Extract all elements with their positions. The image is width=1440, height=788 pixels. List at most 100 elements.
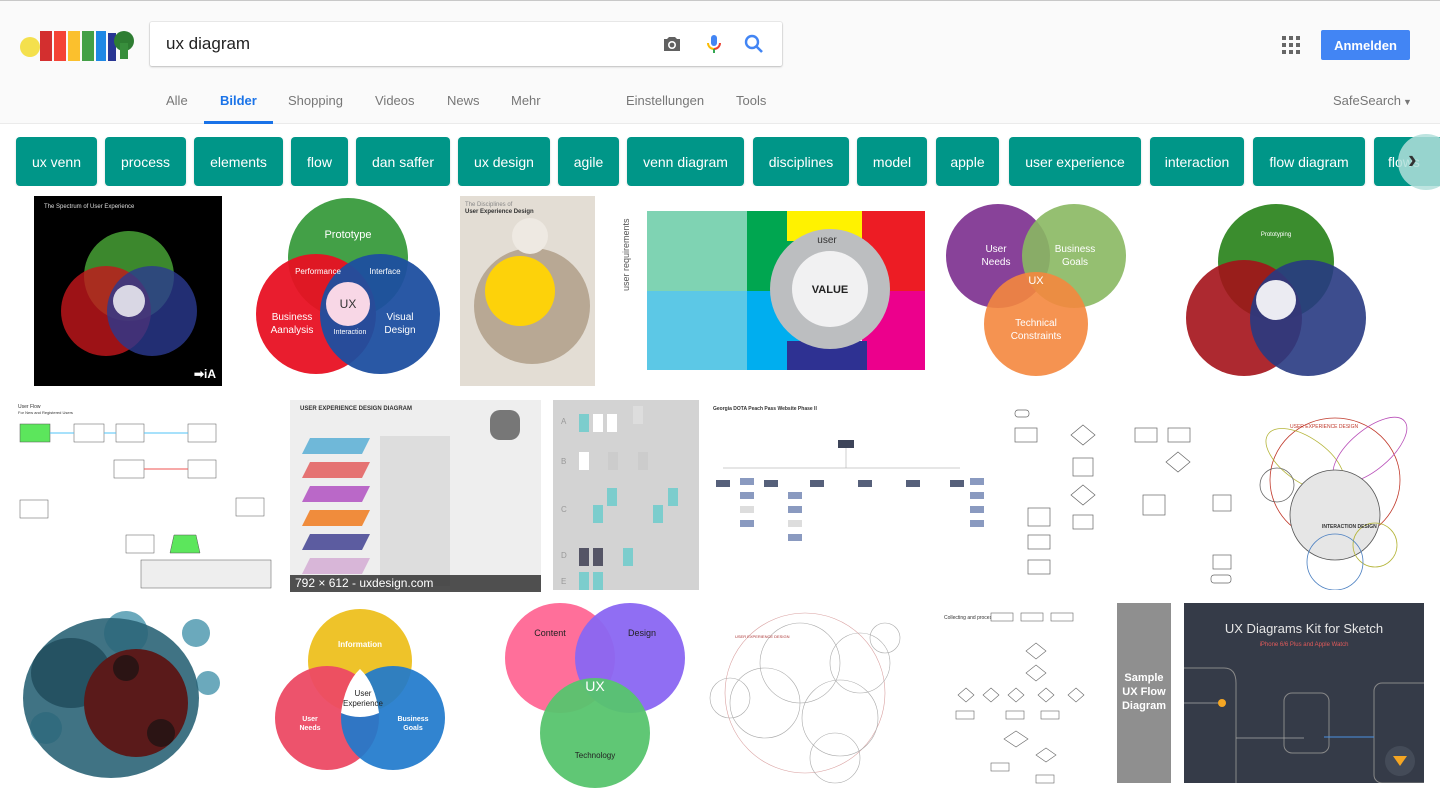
svg-text:Business: Business bbox=[1055, 244, 1096, 255]
search-tabs: Alle Bilder Shopping Videos News Mehr Ei… bbox=[0, 85, 1440, 125]
svg-text:User: User bbox=[355, 689, 372, 698]
image-result[interactable]: Prototype Performance Interface UX Busin… bbox=[250, 196, 446, 386]
tab-videos[interactable]: Videos bbox=[375, 93, 415, 108]
search-box bbox=[150, 22, 782, 66]
chip[interactable]: disciplines bbox=[753, 137, 849, 186]
svg-text:Experience: Experience bbox=[343, 699, 384, 708]
related-searches-chips: ux venn process elements flow dan saffer… bbox=[0, 137, 1440, 186]
svg-text:User Experience Design: User Experience Design bbox=[465, 209, 534, 215]
header: Anmelden Alle Bilder Shopping Videos New… bbox=[0, 0, 1440, 124]
svg-text:The Disciplines of: The Disciplines of bbox=[465, 202, 513, 208]
safesearch-label: SafeSearch bbox=[1333, 93, 1401, 108]
svg-text:Georgia DOTA Peach Pass Websit: Georgia DOTA Peach Pass Website Phase II bbox=[713, 406, 817, 412]
tab-tools[interactable]: Tools bbox=[736, 93, 766, 108]
svg-text:UX Diagrams Kit for Sketch: UX Diagrams Kit for Sketch bbox=[1225, 621, 1383, 636]
svg-text:Needs: Needs bbox=[982, 257, 1011, 268]
svg-text:user: user bbox=[817, 235, 837, 246]
camera-icon[interactable] bbox=[660, 32, 684, 56]
svg-text:UX: UX bbox=[1028, 275, 1044, 287]
svg-text:Goals: Goals bbox=[403, 725, 423, 732]
chip[interactable]: ux design bbox=[458, 137, 550, 186]
image-result[interactable]: UX Diagrams Kit for Sketch iPhone 6/6 Pl… bbox=[1184, 603, 1424, 783]
svg-text:Information: Information bbox=[338, 640, 382, 649]
image-result[interactable]: USER EXPERIENCE DESIGN DIAGRAM bbox=[290, 400, 541, 590]
chip[interactable]: agile bbox=[558, 137, 619, 186]
thumb-title: The Spectrum of User Experience bbox=[44, 204, 135, 210]
image-result[interactable]: User Flow For New and Registered Users bbox=[16, 400, 278, 590]
image-result[interactable]: USER EXPERIENCE DESIGN bbox=[705, 603, 920, 788]
active-tab-indicator bbox=[204, 121, 273, 124]
image-result[interactable]: A B C D E bbox=[553, 400, 699, 590]
svg-text:UX: UX bbox=[340, 297, 357, 311]
image-result[interactable]: USER EXPERIENCE DESIGN INTERACTION DESIG… bbox=[1250, 400, 1420, 590]
image-result[interactable]: Sample UX Flow Diagram bbox=[1117, 603, 1171, 783]
chip[interactable]: process bbox=[105, 137, 186, 186]
tab-all[interactable]: Alle bbox=[166, 93, 188, 108]
svg-text:USER EXPERIENCE DESIGN: USER EXPERIENCE DESIGN bbox=[1290, 424, 1358, 430]
svg-text:Design: Design bbox=[628, 628, 656, 638]
svg-text:User: User bbox=[302, 716, 318, 723]
svg-text:D: D bbox=[561, 551, 567, 560]
chip[interactable]: user experience bbox=[1009, 137, 1141, 186]
svg-text:Content: Content bbox=[534, 628, 566, 638]
svg-text:INTERACTION DESIGN: INTERACTION DESIGN bbox=[1322, 524, 1377, 530]
svg-text:E: E bbox=[561, 577, 566, 586]
apps-grid-icon[interactable] bbox=[1282, 36, 1300, 54]
image-result[interactable] bbox=[1003, 400, 1233, 590]
svg-text:Interface: Interface bbox=[369, 267, 401, 276]
image-result[interactable]: VALUE user user requirements bbox=[617, 211, 925, 370]
chevron-right-icon: › bbox=[1408, 144, 1417, 174]
svg-text:Technology: Technology bbox=[575, 751, 615, 760]
svg-text:A: A bbox=[561, 417, 567, 426]
chip[interactable]: elements bbox=[194, 137, 283, 186]
svg-text:Aanalysis: Aanalysis bbox=[271, 325, 314, 336]
svg-text:UX Flow: UX Flow bbox=[1122, 686, 1166, 698]
svg-text:➡iA: ➡iA bbox=[194, 367, 216, 381]
svg-text:Goals: Goals bbox=[1062, 257, 1088, 268]
svg-text:Interaction: Interaction bbox=[334, 329, 367, 336]
chip[interactable]: interaction bbox=[1150, 137, 1244, 186]
tab-more[interactable]: Mehr bbox=[511, 93, 541, 108]
svg-text:Business: Business bbox=[272, 312, 313, 323]
tab-shopping[interactable]: Shopping bbox=[288, 93, 343, 108]
chip[interactable]: flow diagram bbox=[1253, 137, 1365, 186]
google-doodle-logo[interactable] bbox=[16, 23, 134, 67]
svg-text:USER EXPERIENCE DESIGN: USER EXPERIENCE DESIGN bbox=[735, 634, 790, 639]
svg-text:For New and Registered Users: For New and Registered Users bbox=[18, 410, 73, 415]
svg-text:Sample: Sample bbox=[1124, 672, 1163, 684]
svg-text:user requirements: user requirements bbox=[621, 218, 631, 291]
chip[interactable]: ux venn bbox=[16, 137, 97, 186]
image-result[interactable]: Content Design UX Technology bbox=[500, 603, 690, 788]
svg-text:Performance: Performance bbox=[295, 267, 341, 276]
chip[interactable]: venn diagram bbox=[627, 137, 744, 186]
svg-text:Diagram: Diagram bbox=[1122, 700, 1166, 712]
svg-text:Needs: Needs bbox=[299, 725, 320, 732]
microphone-icon[interactable] bbox=[702, 32, 726, 56]
svg-text:C: C bbox=[561, 505, 567, 514]
image-result[interactable] bbox=[16, 603, 226, 788]
search-input[interactable] bbox=[166, 22, 646, 66]
image-result[interactable]: User Needs Business Goals UX Technical C… bbox=[938, 196, 1134, 386]
chip[interactable]: apple bbox=[936, 137, 999, 186]
svg-text:iPhone 6/6 Plus and Apple Watc: iPhone 6/6 Plus and Apple Watch bbox=[1260, 642, 1349, 648]
image-result[interactable]: Georgia DOTA Peach Pass Website Phase II bbox=[710, 400, 990, 590]
chip[interactable]: dan saffer bbox=[356, 137, 450, 186]
svg-text:Prototyping: Prototyping bbox=[1261, 232, 1291, 238]
svg-text:VALUE: VALUE bbox=[812, 284, 848, 296]
image-result[interactable]: Information User Experience User Needs B… bbox=[275, 603, 445, 788]
image-result[interactable]: The Disciplines of User Experience Desig… bbox=[460, 196, 595, 386]
chip[interactable]: flow bbox=[291, 137, 348, 186]
tab-news[interactable]: News bbox=[447, 93, 480, 108]
tab-settings[interactable]: Einstellungen bbox=[626, 93, 704, 108]
image-result[interactable]: Prototyping bbox=[1186, 196, 1366, 386]
image-result[interactable]: Collecting and processing bbox=[936, 603, 1106, 788]
signin-button[interactable]: Anmelden bbox=[1321, 30, 1410, 60]
chip[interactable]: model bbox=[857, 137, 927, 186]
tab-images[interactable]: Bilder bbox=[220, 93, 257, 108]
safesearch-dropdown[interactable]: SafeSearch ▼ bbox=[1333, 93, 1412, 108]
svg-text:Visual: Visual bbox=[386, 312, 413, 323]
svg-text:Technical: Technical bbox=[1015, 318, 1057, 329]
image-result[interactable]: The Spectrum of User Experience ➡iA bbox=[34, 196, 222, 386]
search-icon[interactable] bbox=[742, 32, 766, 56]
svg-text:USER EXPERIENCE DESIGN DIAGRAM: USER EXPERIENCE DESIGN DIAGRAM bbox=[300, 406, 412, 412]
